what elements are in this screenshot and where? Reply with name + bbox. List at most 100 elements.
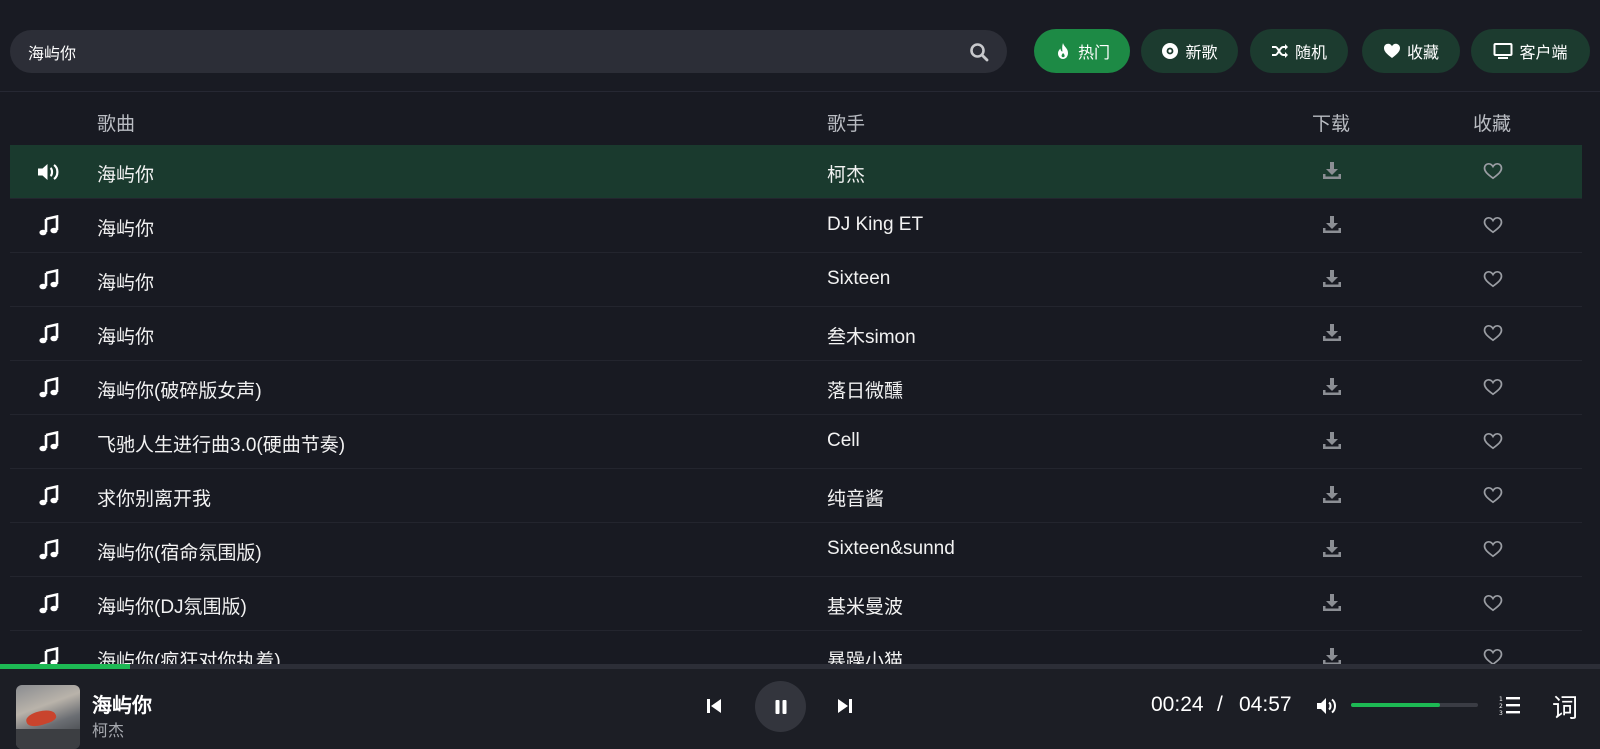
music-note-icon <box>39 215 59 236</box>
favorites-button[interactable]: 收藏 <box>1362 29 1460 73</box>
song-artist[interactable]: DJ King ET <box>827 214 923 236</box>
song-artist[interactable]: 暴躁小猫 <box>827 646 903 664</box>
song-artist[interactable]: Sixteen&sunnd <box>827 538 955 560</box>
heart-outline-icon[interactable] <box>1483 162 1503 180</box>
pause-icon <box>775 699 786 714</box>
heart-outline-icon[interactable] <box>1483 540 1503 558</box>
song-row[interactable]: 海屿你(破碎版女声) 落日微醺 <box>10 361 1582 415</box>
new-songs-button[interactable]: 新歌 <box>1141 29 1238 73</box>
hot-button[interactable]: 热门 <box>1034 29 1130 73</box>
heart-outline-icon[interactable] <box>1483 270 1503 288</box>
heart-icon <box>1383 43 1400 58</box>
column-favorite: 收藏 <box>1473 114 1512 135</box>
song-row[interactable]: 飞驰人生进行曲3.0(硬曲节奏) Cell <box>10 415 1582 469</box>
volume-level <box>1351 703 1440 707</box>
song-row[interactable]: 海屿你 DJ King ET <box>10 199 1582 253</box>
music-note-icon <box>39 647 59 664</box>
download-icon[interactable] <box>1322 269 1342 289</box>
playlist-icon[interactable]: 1 2 3 <box>1499 694 1521 716</box>
download-icon[interactable] <box>1322 431 1342 451</box>
download-icon[interactable] <box>1322 593 1342 613</box>
random-button[interactable]: 随机 <box>1250 29 1348 73</box>
table-header: 歌曲 歌手 下载 收藏 <box>10 97 1582 145</box>
song-artist[interactable]: 落日微醺 <box>827 376 903 403</box>
song-list: 海屿你 柯杰 海屿你 DJ King ET 海屿你 Sixteen 海屿你 叁木simon 海屿… <box>10 145 1582 664</box>
song-title: 海屿你 <box>97 219 155 240</box>
song-title: 海屿你 <box>97 273 155 294</box>
music-note-icon <box>39 323 59 344</box>
pause-button[interactable] <box>755 681 806 732</box>
hot-button-label: 热门 <box>1077 45 1110 62</box>
heart-outline-icon[interactable] <box>1483 648 1503 664</box>
heart-outline-icon[interactable] <box>1483 432 1503 450</box>
song-title: 飞驰人生进行曲3.0(硬曲节奏) <box>97 435 346 456</box>
music-note-icon <box>39 539 59 560</box>
download-icon[interactable] <box>1322 323 1342 343</box>
client-label: 客户端 <box>1519 45 1568 62</box>
total-time: 04:57 <box>1239 693 1292 716</box>
song-title: 海屿你(DJ氛围版) <box>97 597 247 618</box>
column-artist: 歌手 <box>827 114 866 135</box>
monitor-icon <box>1493 43 1513 59</box>
random-label: 随机 <box>1294 45 1327 62</box>
svg-text:3: 3 <box>1499 710 1503 716</box>
song-row[interactable]: 海屿你(疯狂对你执着) 暴躁小猫 <box>10 631 1582 664</box>
download-icon[interactable] <box>1322 485 1342 505</box>
favorites-label: 收藏 <box>1406 45 1439 62</box>
download-icon[interactable] <box>1322 377 1342 397</box>
column-song: 歌曲 <box>97 114 136 135</box>
album-cover[interactable] <box>16 685 80 749</box>
next-icon[interactable] <box>836 697 854 715</box>
song-title: 海屿你(宿命氛围版) <box>97 543 262 564</box>
top-bar: 热门 新歌 随机 收藏 客户端 <box>0 0 1600 92</box>
music-note-icon <box>39 485 59 506</box>
heart-outline-icon[interactable] <box>1483 594 1503 612</box>
song-artist[interactable]: 柯杰 <box>827 160 865 187</box>
new-songs-label: 新歌 <box>1185 45 1218 62</box>
song-row[interactable]: 海屿你(DJ氛围版) 基米曼波 <box>10 577 1582 631</box>
download-icon[interactable] <box>1322 647 1342 664</box>
song-artist[interactable]: Cell <box>827 430 860 452</box>
now-playing-artist: 柯杰 <box>92 723 125 740</box>
speaker-icon <box>38 164 59 180</box>
song-row[interactable]: 海屿你 叁木simon <box>10 307 1582 361</box>
search-input[interactable] <box>28 30 928 73</box>
search-icon[interactable] <box>969 42 989 62</box>
volume-slider[interactable] <box>1351 703 1478 707</box>
song-row[interactable]: 海屿你 柯杰 <box>10 145 1582 199</box>
time-separator: / <box>1217 693 1223 716</box>
svg-text:1: 1 <box>1499 696 1503 703</box>
song-artist[interactable]: Sixteen <box>827 268 890 290</box>
heart-outline-icon[interactable] <box>1483 216 1503 234</box>
lyrics-button[interactable]: 词 <box>1552 688 1578 725</box>
download-icon[interactable] <box>1322 539 1342 559</box>
download-icon[interactable] <box>1322 161 1342 181</box>
music-note-icon <box>39 593 59 614</box>
music-note-icon <box>39 269 59 290</box>
current-time: 00:24 <box>1151 693 1204 716</box>
music-note-icon <box>39 431 59 452</box>
song-artist[interactable]: 叁木simon <box>827 322 916 349</box>
search-box[interactable] <box>10 30 1007 73</box>
now-playing-title: 海屿你 <box>92 695 152 717</box>
heart-outline-icon[interactable] <box>1483 324 1503 342</box>
client-button[interactable]: 客户端 <box>1471 29 1590 73</box>
song-row[interactable]: 海屿你(宿命氛围版) Sixteen&sunnd <box>10 523 1582 577</box>
song-artist[interactable]: 纯音酱 <box>827 484 884 511</box>
player-bar: 海屿你 柯杰 00:24 / 04:57 1 2 3 词 <box>0 669 1600 749</box>
heart-outline-icon[interactable] <box>1483 486 1503 504</box>
heart-outline-icon[interactable] <box>1483 378 1503 396</box>
download-icon[interactable] <box>1322 215 1342 235</box>
svg-text:2: 2 <box>1499 703 1503 710</box>
disc-icon <box>1162 43 1179 59</box>
previous-icon[interactable] <box>705 697 723 715</box>
song-artist[interactable]: 基米曼波 <box>827 592 903 619</box>
song-title: 求你别离开我 <box>97 489 212 510</box>
volume-icon[interactable] <box>1316 696 1340 716</box>
shuffle-icon <box>1271 44 1288 58</box>
song-title: 海屿你 <box>97 327 155 348</box>
song-row[interactable]: 海屿你 Sixteen <box>10 253 1582 307</box>
song-title: 海屿你(疯狂对你执着) <box>97 651 281 664</box>
fire-icon <box>1057 43 1068 59</box>
song-row[interactable]: 求你别离开我 纯音酱 <box>10 469 1582 523</box>
